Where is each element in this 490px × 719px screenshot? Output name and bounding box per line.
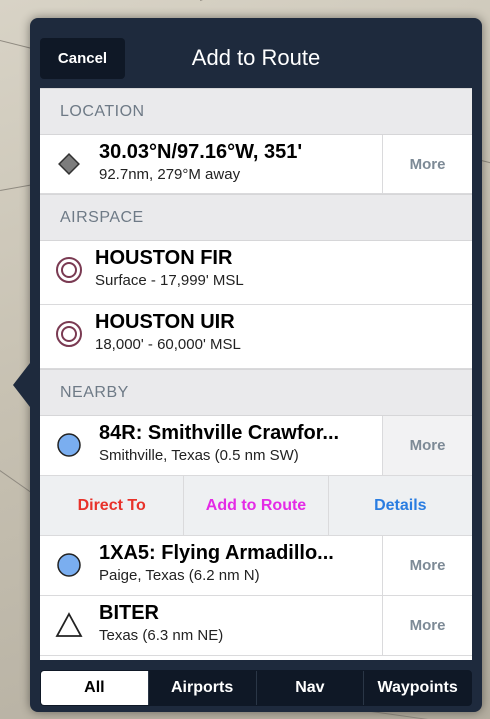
nearby-more-button[interactable]: More bbox=[382, 416, 472, 475]
map-line bbox=[0, 470, 33, 494]
section-header-nearby: NEARBY bbox=[40, 369, 472, 416]
direct-to-button[interactable]: Direct To bbox=[40, 476, 185, 535]
airspace-name: HOUSTON FIR bbox=[95, 247, 233, 269]
tab-nav[interactable]: Nav bbox=[257, 671, 365, 705]
nearby-row[interactable]: BITER Texas (6.3 nm NE) More bbox=[40, 596, 472, 656]
results-list: LOCATION 30.03°N/97.16°W, 351' 92.7nm, 2… bbox=[40, 88, 472, 660]
location-more-button[interactable]: More bbox=[382, 135, 472, 193]
section-header-location: LOCATION bbox=[40, 88, 472, 135]
nearby-more-button[interactable]: More bbox=[382, 536, 472, 595]
location-coordinates: 30.03°N/97.16°W, 351' bbox=[99, 141, 303, 163]
filter-tab-bar: All Airports Nav Waypoints bbox=[40, 670, 472, 706]
waypoint-triangle-icon bbox=[55, 612, 83, 637]
airspace-ring-icon bbox=[56, 257, 82, 283]
nearby-row[interactable]: 1XA5: Flying Armadillo... Paige, Texas (… bbox=[40, 536, 472, 596]
nearby-name: 1XA5: Flying Armadillo... bbox=[99, 542, 334, 564]
nearby-location: Smithville, Texas (0.5 nm SW) bbox=[99, 447, 299, 464]
nearby-location: Paige, Texas (6.2 nm N) bbox=[99, 567, 260, 584]
details-button[interactable]: Details bbox=[329, 476, 472, 535]
cancel-button[interactable]: Cancel bbox=[40, 38, 125, 79]
nearby-name: 84R: Smithville Crawfor... bbox=[99, 422, 340, 444]
airspace-altitude-range: Surface - 17,999' MSL bbox=[95, 272, 244, 289]
airspace-row[interactable]: HOUSTON UIR 18,000' - 60,000' MSL bbox=[40, 305, 472, 369]
row-action-bar: Direct To Add to Route Details bbox=[40, 476, 472, 536]
location-row[interactable]: 30.03°N/97.16°W, 351' 92.7nm, 279°M away… bbox=[40, 135, 472, 194]
airspace-name: HOUSTON UIR bbox=[95, 311, 235, 333]
diamond-icon bbox=[58, 153, 80, 175]
map-line bbox=[200, 0, 257, 1]
popover-arrow bbox=[13, 363, 30, 407]
nearby-name: BITER bbox=[99, 602, 159, 624]
airport-circle-icon bbox=[57, 433, 81, 457]
tab-waypoints[interactable]: Waypoints bbox=[364, 671, 471, 705]
add-to-route-button[interactable]: Add to Route bbox=[184, 476, 329, 535]
nearby-more-button[interactable]: More bbox=[382, 596, 472, 655]
airspace-row[interactable]: HOUSTON FIR Surface - 17,999' MSL bbox=[40, 241, 472, 305]
airspace-altitude-range: 18,000' - 60,000' MSL bbox=[95, 336, 241, 353]
add-to-route-popover: Add to Route Cancel LOCATION 30.03°N/97.… bbox=[13, 18, 482, 712]
section-header-airspace: AIRSPACE bbox=[40, 194, 472, 241]
location-distance: 92.7nm, 279°M away bbox=[99, 166, 241, 183]
popover-header: Add to Route Cancel bbox=[30, 18, 482, 88]
airspace-ring-icon bbox=[56, 321, 82, 347]
nearby-row[interactable]: 84R: Smithville Crawfor... Smithville, T… bbox=[40, 416, 472, 476]
nearby-location: Texas (6.3 nm NE) bbox=[99, 627, 224, 644]
tab-all[interactable]: All bbox=[41, 671, 149, 705]
tab-airports[interactable]: Airports bbox=[149, 671, 257, 705]
airport-circle-icon bbox=[57, 553, 81, 577]
